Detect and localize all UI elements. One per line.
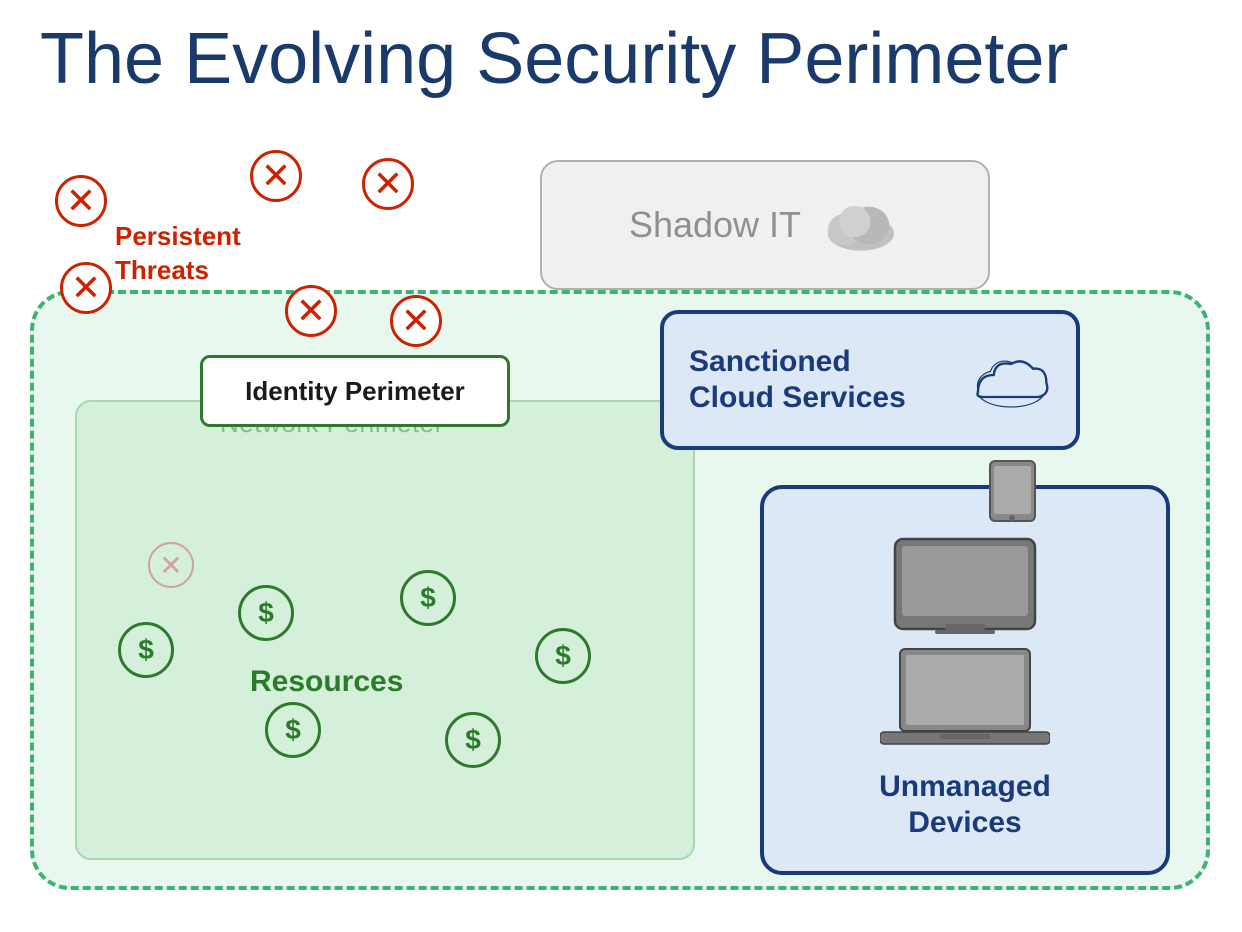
threat-icon-faded: ✕ (148, 542, 194, 588)
network-perimeter-box (75, 400, 695, 860)
monitor-icon (890, 536, 1040, 636)
resource-icon-1: $ (118, 622, 174, 678)
threat-icon-2: ✕ (250, 150, 302, 202)
threat-icon-5: ✕ (285, 285, 337, 337)
resource-icon-5: $ (265, 702, 321, 758)
page-title: The Evolving Security Perimeter (40, 18, 1068, 100)
sanctioned-cloud-box: SanctionedCloud Services (660, 310, 1080, 450)
resources-label: Resources (250, 665, 403, 699)
resource-icon-4: $ (535, 628, 591, 684)
threat-icon-3: ✕ (362, 158, 414, 210)
resource-icon-6: $ (445, 712, 501, 768)
shadow-it-label: Shadow IT (629, 204, 801, 246)
unmanaged-devices-box: UnmanagedDevices (760, 485, 1170, 875)
devices-icons-group (880, 458, 1050, 749)
resource-icon-3: $ (400, 570, 456, 626)
sanctioned-cloud-label: SanctionedCloud Services (689, 344, 906, 416)
laptop-icon (880, 644, 1050, 749)
identity-perimeter-label: Identity Perimeter (245, 376, 465, 407)
threat-icon-1: ✕ (55, 175, 107, 227)
tablet-small-icon (985, 458, 1040, 528)
threat-icon-4: ✕ (60, 262, 112, 314)
cloud-shadow-icon (821, 198, 901, 253)
identity-perimeter-box: Identity Perimeter (200, 355, 510, 427)
unmanaged-devices-label: UnmanagedDevices (879, 769, 1051, 841)
threat-icon-6: ✕ (390, 295, 442, 347)
cloud-sanctioned-icon (971, 353, 1051, 408)
resource-icon-2: $ (238, 585, 294, 641)
shadow-it-box: Shadow IT (540, 160, 990, 290)
threats-label: PersistentThreats (115, 220, 241, 288)
